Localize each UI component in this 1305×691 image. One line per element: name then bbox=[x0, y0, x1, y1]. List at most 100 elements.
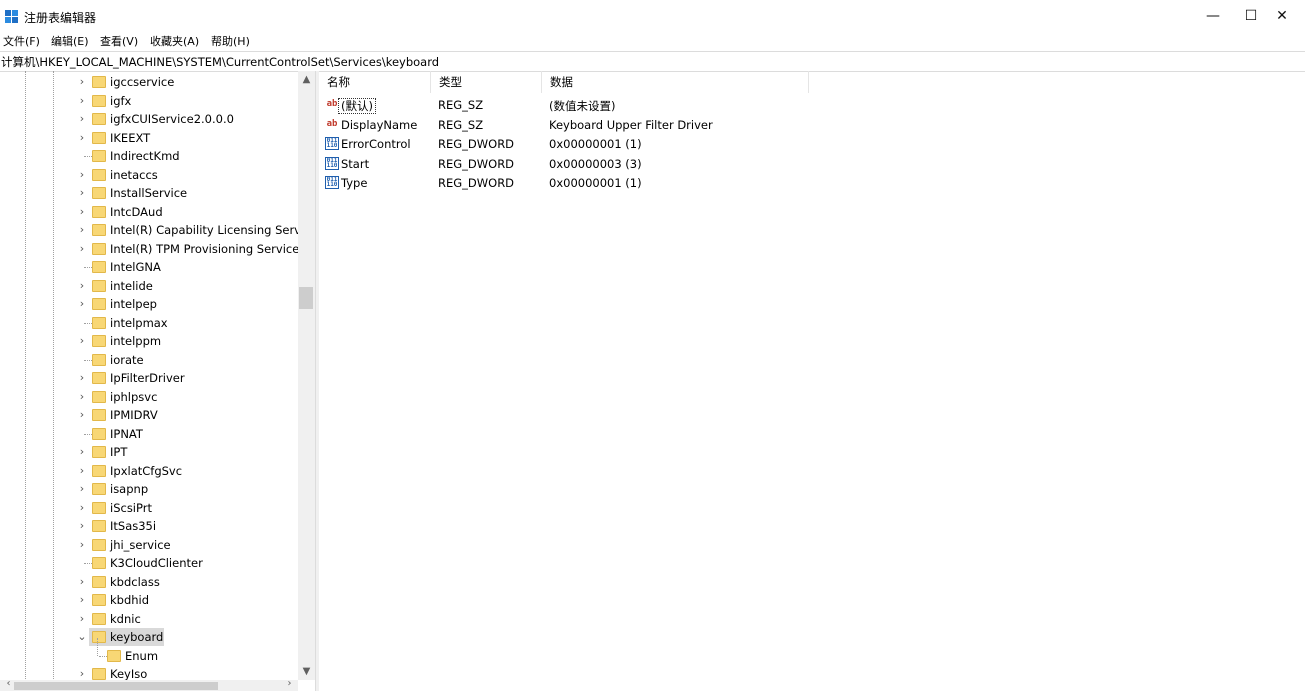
expand-chevron-icon[interactable]: › bbox=[77, 205, 87, 219]
menu-file[interactable]: 文件(F) bbox=[3, 33, 40, 49]
tree-item[interactable]: IntelGNA bbox=[0, 258, 298, 276]
tree-item[interactable]: › IpxlatCfgSvc bbox=[0, 462, 298, 480]
menu-help[interactable]: 帮助(H) bbox=[211, 33, 250, 49]
expand-chevron-icon[interactable]: › bbox=[77, 538, 87, 552]
tree-item[interactable]: › igfx bbox=[0, 92, 298, 110]
tree-item[interactable]: › kbdhid bbox=[0, 591, 298, 609]
tree-item[interactable]: › kbdclass bbox=[0, 573, 298, 591]
tree-item[interactable]: › Intel(R) TPM Provisioning Service bbox=[0, 240, 300, 258]
tree-item[interactable]: › igccservice bbox=[0, 73, 298, 91]
tree-item[interactable]: › jhi_service bbox=[0, 536, 298, 554]
title-bar: 注册表编辑器 — ☐ ✕ bbox=[0, 0, 1305, 32]
column-header-name[interactable]: 名称 bbox=[319, 71, 431, 93]
expand-chevron-icon[interactable]: › bbox=[77, 75, 87, 89]
value-row[interactable]: ab (默认) REG_SZ (数值未设置) bbox=[319, 95, 1305, 114]
expand-chevron-icon[interactable]: › bbox=[77, 445, 87, 459]
tree-item[interactable]: IndirectKmd bbox=[0, 147, 298, 165]
value-row[interactable]: 011 110 Type REG_DWORD 0x00000001 (1) bbox=[319, 173, 1305, 192]
value-row[interactable]: 011 110 Start REG_DWORD 0x00000003 (3) bbox=[319, 154, 1305, 173]
column-header-type[interactable]: 类型 bbox=[431, 71, 542, 93]
tree-item[interactable]: › ItSas35i bbox=[0, 517, 298, 535]
expand-chevron-icon[interactable]: › bbox=[77, 131, 87, 145]
tree-item[interactable]: › kdnic bbox=[0, 610, 298, 628]
value-row[interactable]: ab DisplayName REG_SZ Keyboard Upper Filter… bbox=[319, 115, 1305, 134]
tree-item[interactable]: › intelpep bbox=[0, 295, 298, 313]
expand-chevron-icon[interactable]: › bbox=[77, 94, 87, 108]
address-bar[interactable]: 计算机\HKEY_LOCAL_MACHINE\SYSTEM\CurrentCon… bbox=[0, 51, 1305, 72]
tree-vertical-scrollbar[interactable]: ▲ ▼ bbox=[298, 71, 315, 680]
tree-item[interactable]: › inetaccs bbox=[0, 166, 298, 184]
tree-item[interactable]: › IKEEXT bbox=[0, 129, 298, 147]
expand-chevron-icon[interactable]: › bbox=[77, 408, 87, 422]
folder-icon bbox=[92, 538, 106, 551]
tree-item[interactable]: › intelppm bbox=[0, 332, 298, 350]
value-row[interactable]: 011 110 ErrorControl REG_DWORD 0x00000001 (1… bbox=[319, 134, 1305, 153]
tree-item[interactable]: intelpmax bbox=[0, 314, 298, 332]
expand-chevron-icon[interactable]: › bbox=[77, 575, 87, 589]
expand-chevron-icon[interactable]: › bbox=[77, 279, 87, 293]
expand-chevron-icon[interactable]: › bbox=[77, 464, 87, 478]
collapse-chevron-icon[interactable]: ⌄ bbox=[77, 630, 87, 644]
tree-item-label: iScsiPrt bbox=[110, 500, 152, 515]
expand-chevron-icon[interactable]: › bbox=[77, 593, 87, 607]
expand-chevron-icon[interactable]: › bbox=[77, 112, 87, 126]
tree-item[interactable]: › Intel(R) Capability Licensing Service bbox=[0, 221, 315, 239]
tree-item[interactable]: IPNAT bbox=[0, 425, 298, 443]
expand-chevron-icon[interactable]: › bbox=[77, 297, 87, 311]
expand-chevron-icon[interactable]: › bbox=[77, 519, 87, 533]
expand-chevron-icon[interactable]: › bbox=[77, 667, 87, 681]
tree-item-label: IntelGNA bbox=[110, 260, 161, 274]
expand-chevron-icon[interactable]: › bbox=[77, 612, 87, 626]
tree-hscroll-thumb[interactable] bbox=[14, 682, 218, 690]
menu-view[interactable]: 查看(V) bbox=[100, 33, 138, 49]
scroll-up-icon[interactable]: ▲ bbox=[298, 71, 315, 88]
tree-item-label: jhi_service bbox=[110, 537, 171, 552]
expand-chevron-icon[interactable]: › bbox=[77, 223, 87, 237]
close-button[interactable]: ✕ bbox=[1259, 0, 1305, 32]
menu-favorites[interactable]: 收藏夹(A) bbox=[150, 33, 199, 49]
tree-item[interactable]: › InstallService bbox=[0, 184, 298, 202]
tree-guide-line bbox=[99, 655, 107, 657]
tree-horizontal-scrollbar[interactable]: ‹ › bbox=[0, 677, 298, 691]
tree-item[interactable]: › igfxCUIService2.0.0.0 bbox=[0, 110, 298, 128]
key-tree[interactable]: › igccservice › igfx › igfxCUIService2.0.0.0 ›… bbox=[0, 71, 315, 691]
menu-edit[interactable]: 编辑(E) bbox=[51, 33, 89, 49]
tree-item-label: igfxCUIService2.0.0.0 bbox=[110, 112, 234, 126]
expand-chevron-icon[interactable]: › bbox=[77, 371, 87, 385]
scroll-right-icon[interactable]: › bbox=[281, 677, 298, 689]
tree-item[interactable]: › IPMIDRV bbox=[0, 406, 298, 424]
tree-item[interactable]: › IPT bbox=[0, 443, 298, 461]
tree-item[interactable]: iorate bbox=[0, 351, 298, 369]
column-header-data[interactable]: 数据 bbox=[542, 71, 809, 93]
tree-item[interactable]: › iphlpsvc bbox=[0, 388, 298, 406]
expand-chevron-icon[interactable]: › bbox=[77, 168, 87, 182]
folder-icon bbox=[92, 520, 106, 532]
expand-chevron-icon[interactable]: › bbox=[77, 390, 87, 404]
expand-chevron-icon[interactable]: › bbox=[77, 501, 87, 515]
tree-item[interactable]: › IpFilterDriver bbox=[0, 369, 298, 387]
value-type: REG_SZ bbox=[438, 98, 484, 112]
tree-item[interactable]: K3CloudClienter bbox=[0, 554, 298, 572]
tree-item[interactable]: › iScsiPrt bbox=[0, 499, 298, 517]
address-path[interactable]: 计算机\HKEY_LOCAL_MACHINE\SYSTEM\CurrentCon… bbox=[1, 54, 439, 70]
tree-scroll-thumb[interactable] bbox=[299, 287, 313, 309]
tree-item[interactable]: › isapnp bbox=[0, 480, 298, 498]
folder-icon bbox=[92, 353, 106, 366]
values-list[interactable]: 名称 类型 数据 ab (默认) REG_SZ (数值未设置) ab DisplayNam… bbox=[319, 71, 1305, 691]
tree-item[interactable]: ⌄ keyboard bbox=[0, 628, 298, 646]
string-value-icon: ab bbox=[326, 99, 338, 109]
expand-chevron-icon[interactable]: › bbox=[77, 482, 87, 496]
expand-chevron-icon[interactable]: › bbox=[77, 242, 87, 256]
folder-icon bbox=[92, 261, 106, 273]
folder-icon bbox=[92, 631, 106, 643]
expand-chevron-icon[interactable]: › bbox=[77, 334, 87, 348]
tree-item[interactable]: › IntcDAud bbox=[0, 203, 298, 221]
scroll-down-icon[interactable]: ▼ bbox=[298, 663, 315, 680]
tree-item-label: intelide bbox=[110, 278, 153, 293]
tree-item[interactable]: › intelide bbox=[0, 277, 298, 295]
tree-item-label: kdnic bbox=[110, 611, 141, 626]
value-data: 0x00000003 (3) bbox=[549, 156, 642, 171]
tree-item[interactable]: Enum bbox=[0, 637, 298, 665]
expand-chevron-icon[interactable]: › bbox=[77, 186, 87, 200]
tree-item-label: IPMIDRV bbox=[110, 408, 158, 422]
